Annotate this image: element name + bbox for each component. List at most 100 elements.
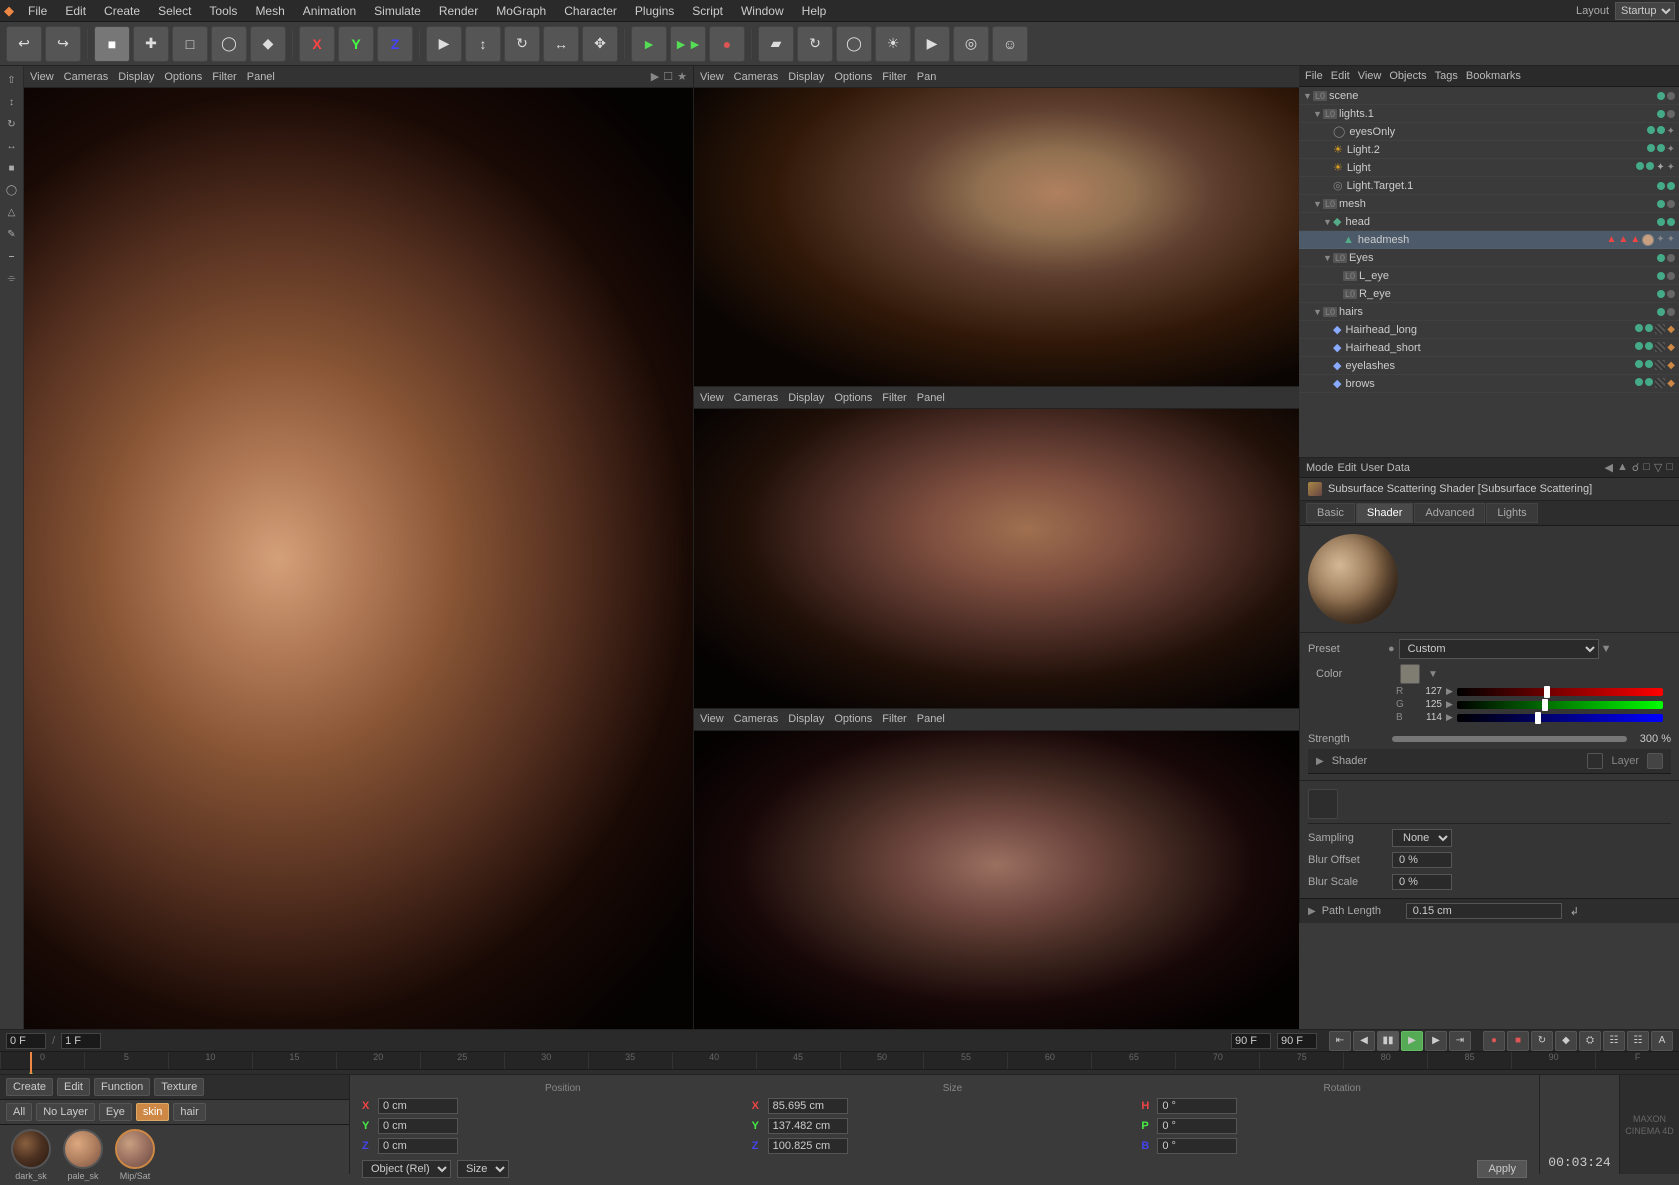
br-options-menu[interactable]: Options [834,713,872,725]
edit-label[interactable]: Edit [1338,462,1357,474]
menu-character[interactable]: Character [556,2,625,20]
tool-poly[interactable]: △ [2,202,22,222]
color-swatch[interactable] [1400,664,1420,684]
menu-plugins[interactable]: Plugins [627,2,682,20]
tree-node-Hairhead_long[interactable]: ◆ Hairhead_long ◆ [1299,321,1679,339]
filter-hair[interactable]: hair [173,1103,205,1121]
cube-btn[interactable]: ▰ [758,26,794,62]
tr-cameras-menu[interactable]: Cameras [734,71,779,83]
tree-node-head[interactable]: ▼ ◆ head [1299,213,1679,231]
tool-arrow[interactable]: ⇧ [2,70,22,90]
tab-lights[interactable]: Lights [1486,503,1537,523]
slider-r[interactable] [1457,688,1663,696]
slider-b[interactable] [1457,714,1663,722]
size-z[interactable] [768,1138,848,1154]
loop-ctrl-btn[interactable]: ↻ [1531,1031,1553,1051]
undo-btn[interactable]: ↩ [6,26,42,62]
rot-h[interactable] [1157,1098,1237,1114]
tab-shader[interactable]: Shader [1356,503,1413,523]
menu-select[interactable]: Select [150,2,199,20]
br-view-menu[interactable]: View [700,713,724,725]
anim-mode-btn[interactable]: ◯ [211,26,247,62]
end-frame-input-1[interactable] [1231,1033,1271,1049]
channel-r-arrow[interactable]: ▶ [1446,686,1453,697]
scene-edit-menu[interactable]: Edit [1331,70,1350,82]
slider-g[interactable] [1457,701,1663,709]
props-icon-6[interactable]: □ [1666,461,1673,474]
menu-mograph[interactable]: MoGraph [488,2,554,20]
menu-create[interactable]: Create [96,2,148,20]
main-cameras-menu[interactable]: Cameras [64,71,109,83]
path-length-input[interactable] [1406,903,1562,919]
sky-btn[interactable]: ☺ [992,26,1028,62]
tr-view-menu[interactable]: View [700,71,724,83]
rot-b[interactable] [1157,1138,1237,1154]
tr-filter-menu[interactable]: Filter [882,71,906,83]
mr-display-menu[interactable]: Display [788,392,824,404]
timeline-btn[interactable]: ☷ [1627,1031,1649,1051]
create-btn[interactable]: Create [6,1078,53,1096]
apply-btn[interactable]: Apply [1477,1160,1527,1178]
menu-file[interactable]: File [20,2,55,20]
tab-advanced[interactable]: Advanced [1414,503,1485,523]
object-mode-btn[interactable]: ✚ [133,26,169,62]
frame-input-2[interactable] [61,1033,101,1049]
next-frame-btn[interactable]: ▶ [1425,1031,1447,1051]
to-start-btn[interactable]: ⇤ [1329,1031,1351,1051]
scene-file-menu[interactable]: File [1305,70,1323,82]
expand-hairs[interactable]: ▼ [1313,307,1323,317]
br-display-menu[interactable]: Display [788,713,824,725]
br-panel-menu[interactable]: Panel [917,713,945,725]
tool-move[interactable]: ↕ [2,92,22,112]
transform-btn[interactable]: ✥ [582,26,618,62]
vp-icon-2[interactable]: ☐ [663,70,673,83]
redo-btn[interactable]: ↪ [45,26,81,62]
timeline-playhead[interactable] [30,1052,32,1074]
menu-tools[interactable]: Tools [201,2,245,20]
menu-animation[interactable]: Animation [295,2,364,20]
camera-btn[interactable]: ▶ [914,26,950,62]
main-display-menu[interactable]: Display [118,71,154,83]
pos-z[interactable] [378,1138,458,1154]
play-btn[interactable]: ► [631,26,667,62]
edit-btn[interactable]: Edit [57,1078,90,1096]
expand-lights1[interactable]: ▼ [1313,109,1323,119]
to-end-btn[interactable]: ⇥ [1449,1031,1471,1051]
filter-eye[interactable]: Eye [99,1103,132,1121]
vp-icon-1[interactable]: ▶ [651,70,659,83]
mr-view-menu[interactable]: View [700,392,724,404]
tool-paint[interactable]: ✎ [2,224,22,244]
tr-pan-menu[interactable]: Pan [917,71,937,83]
record-btn[interactable]: ● [1483,1031,1505,1051]
y-axis-btn[interactable]: Y [338,26,374,62]
layout-dropdown[interactable]: Startup [1615,2,1675,20]
rotate-btn[interactable]: ↻ [504,26,540,62]
pos-x[interactable] [378,1098,458,1114]
current-frame-input[interactable] [6,1033,46,1049]
bot-right-canvas[interactable] [694,731,1299,1029]
play-stop-btn[interactable]: ▮▮ [1377,1031,1399,1051]
color-expand-icon[interactable]: ▼ [1428,669,1438,680]
function-btn[interactable]: Function [94,1078,150,1096]
rot-p[interactable] [1157,1118,1237,1134]
key-btn[interactable]: ◆ [1555,1031,1577,1051]
obj-coord-dropdown[interactable]: Object (Rel) [362,1160,451,1178]
scale-btn[interactable]: ↔ [543,26,579,62]
auto-btn[interactable]: A [1651,1031,1673,1051]
sphere-btn[interactable]: ◯ [836,26,872,62]
scene-tags-menu[interactable]: Tags [1435,70,1458,82]
tool-rotate[interactable]: ↻ [2,114,22,134]
stop-btn[interactable]: ■ [1507,1031,1529,1051]
channel-b-arrow[interactable]: ▶ [1446,712,1453,723]
filter-no-layer[interactable]: No Layer [36,1103,95,1121]
mr-cameras-menu[interactable]: Cameras [734,392,779,404]
tree-node-eyesOnly[interactable]: ◯ eyesOnly ✦ [1299,123,1679,141]
main-view-menu[interactable]: View [30,71,54,83]
tree-node-mesh[interactable]: ▼ L0 mesh [1299,195,1679,213]
tree-node-Eyes[interactable]: ▼ L0 Eyes [1299,249,1679,267]
menu-edit[interactable]: Edit [57,2,94,20]
props-search-icon[interactable]: ☌ [1632,461,1639,474]
pos-y[interactable] [378,1118,458,1134]
menu-simulate[interactable]: Simulate [366,2,429,20]
tool-scale[interactable]: ↔ [2,136,22,156]
